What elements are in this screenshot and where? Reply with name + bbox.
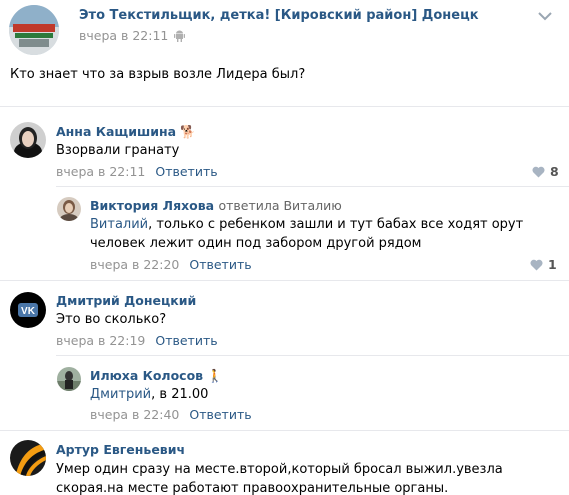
avatar[interactable] — [57, 197, 81, 221]
divider — [56, 186, 569, 187]
comment-text: Это во сколько? — [56, 312, 167, 327]
avatar[interactable] — [10, 440, 46, 476]
divider — [0, 430, 569, 431]
walking-person-emoji-icon: 🚶 — [207, 368, 223, 383]
comment-author[interactable]: Анна Кащишина 🐕 — [56, 124, 196, 140]
like-count: 8 — [550, 164, 559, 179]
post-text: Кто знает что за взрыв возле Лидера был? — [10, 67, 306, 82]
comment-text: Дмитрий, в 21.00 — [90, 387, 209, 402]
group-name[interactable]: Это Текстильщик, детка! [Кировский район… — [79, 8, 479, 23]
comment-time[interactable]: вчера в 22:20 — [90, 257, 179, 272]
comment-meta: вчера в 22:20 Ответить — [90, 257, 252, 272]
like-count: 1 — [548, 257, 557, 272]
comment-meta: вчера в 22:40 Ответить — [90, 407, 252, 422]
post-meta: вчера в 22:11 — [79, 28, 186, 43]
group-avatar[interactable] — [9, 5, 59, 55]
post-time[interactable]: вчера в 22:11 — [79, 28, 168, 43]
divider — [56, 355, 569, 356]
chevron-down-icon[interactable] — [537, 10, 553, 22]
comment-time[interactable]: вчера в 22:40 — [90, 407, 179, 422]
divider — [0, 280, 569, 281]
svg-text:VK: VK — [21, 306, 36, 317]
comment-author[interactable]: Виктория Ляхова ответила Виталию — [90, 198, 342, 213]
divider — [0, 106, 569, 107]
comment-time[interactable]: вчера в 22:11 — [56, 164, 145, 179]
comment-text: Виталий, только с ребенком зашли и тут б… — [90, 217, 524, 251]
comment-meta: вчера в 22:19 Ответить — [56, 333, 218, 348]
android-icon — [174, 30, 186, 42]
comment-author[interactable]: Артур Евгеньевич — [56, 442, 185, 457]
post-header: Это Текстильщик, детка! [Кировский район… — [0, 0, 569, 58]
comment-meta: вчера в 22:11 Ответить — [56, 164, 218, 179]
mention-link[interactable]: Виталий — [90, 217, 148, 232]
reply-button[interactable]: Ответить — [155, 164, 217, 179]
reply-button[interactable]: Ответить — [155, 333, 217, 348]
avatar[interactable] — [57, 367, 81, 391]
mention-link[interactable]: Дмитрий — [90, 387, 151, 402]
comment-time[interactable]: вчера в 22:19 — [56, 333, 145, 348]
heart-icon — [532, 166, 545, 177]
comment-text: Умер один сразу на месте.второй,который … — [56, 462, 503, 495]
avatar[interactable] — [10, 122, 46, 158]
replied-to[interactable]: ответила Виталию — [218, 198, 341, 213]
comment-text: Взорвали гранату — [56, 143, 180, 158]
like-button[interactable]: 1 — [530, 257, 557, 272]
like-button[interactable]: 8 — [532, 164, 559, 179]
comment-author[interactable]: Дмитрий Донецкий — [56, 293, 196, 308]
heart-icon — [530, 259, 543, 270]
avatar[interactable]: VK — [10, 292, 46, 328]
dog-emoji-icon: 🐕 — [180, 124, 196, 139]
comment-author[interactable]: Илюха Колосов 🚶 — [90, 368, 223, 384]
reply-button[interactable]: Ответить — [189, 407, 251, 422]
reply-button[interactable]: Ответить — [189, 257, 251, 272]
